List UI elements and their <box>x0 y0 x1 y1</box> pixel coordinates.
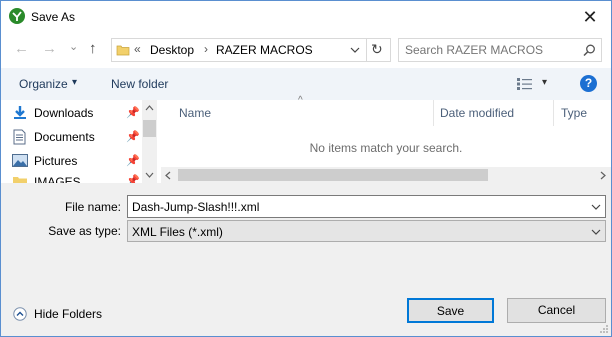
address-divider <box>366 39 367 61</box>
save-as-type-value[interactable]: XML Files (*.xml) <box>132 225 223 239</box>
sidebar-item-pictures[interactable]: Pictures 📌 <box>1 150 143 172</box>
scroll-down-arrow-icon[interactable] <box>145 172 154 178</box>
window-title: Save As <box>31 10 76 24</box>
sidebar-scroll-thumb[interactable] <box>143 120 156 137</box>
column-header-name[interactable]: Name <box>179 106 211 120</box>
resize-grip-icon[interactable] <box>599 324 609 334</box>
file-list-scrollbar[interactable] <box>161 167 611 183</box>
hide-folders-label: Hide Folders <box>34 307 103 321</box>
organize-arrow[interactable]: ▾ <box>72 77 77 88</box>
file-name-label: File name: <box>64 200 121 214</box>
cancel-button[interactable]: Cancel <box>507 298 606 323</box>
save-as-dialog: Save As ✕ ← → ⌄ ↑ « Desktop › RAZER MACR… <box>0 0 612 337</box>
view-options-icon[interactable] <box>517 78 533 90</box>
recent-locations-button[interactable]: ⌄ <box>69 39 78 55</box>
view-options-arrow[interactable]: ▾ <box>542 77 547 88</box>
chevron-down-icon[interactable] <box>591 229 601 235</box>
sort-indicator-icon: ^ <box>298 95 303 106</box>
sidebar-item-label: Pictures <box>34 154 78 168</box>
column-header-date-modified[interactable]: Date modified <box>440 106 514 120</box>
search-icon[interactable] <box>583 44 596 57</box>
column-header-row <box>161 100 611 126</box>
close-button[interactable]: ✕ <box>575 5 605 29</box>
breadcrumb-razer-macros[interactable]: RAZER MACROS <box>216 43 313 57</box>
scroll-up-arrow-icon[interactable] <box>145 105 154 111</box>
pin-icon: 📌 <box>126 155 140 167</box>
scroll-left-arrow-icon[interactable] <box>165 171 171 180</box>
column-header-type[interactable]: Type <box>561 106 587 120</box>
file-list-scroll-thumb[interactable] <box>178 169 488 181</box>
file-name-field[interactable]: Dash-Jump-Slash!!!.xml <box>127 195 606 218</box>
search-box[interactable] <box>398 38 602 62</box>
organize-button[interactable]: Organize <box>19 77 68 91</box>
navigation-pane: Downloads 📌 Documents 📌 Pictures 📌 IMAGE… <box>1 100 157 183</box>
folder-icon <box>116 45 130 56</box>
sidebar-item-images[interactable]: IMAGES 📌 <box>1 174 143 183</box>
sidebar-item-label: IMAGES <box>34 175 81 183</box>
save-as-type-label: Save as type: <box>48 224 121 238</box>
save-as-type-select[interactable]: XML Files (*.xml) <box>127 220 606 242</box>
razer-app-icon <box>9 8 25 24</box>
pin-icon: 📌 <box>126 175 140 183</box>
help-button[interactable]: ? <box>580 75 597 92</box>
breadcrumb-desktop[interactable]: Desktop <box>150 43 194 57</box>
pin-icon: 📌 <box>126 107 140 119</box>
sidebar-item-downloads[interactable]: Downloads 📌 <box>1 102 143 124</box>
up-button[interactable]: ↑ <box>89 40 97 57</box>
back-button[interactable]: ← <box>14 41 29 57</box>
column-divider[interactable] <box>433 100 434 126</box>
title-bar: Save As ✕ <box>1 1 611 32</box>
hide-folders-toggle[interactable]: Hide Folders <box>13 306 113 322</box>
pictures-icon <box>12 154 28 167</box>
new-folder-button[interactable]: New folder <box>111 77 168 91</box>
empty-list-message: No items match your search. <box>309 141 463 155</box>
folder-icon <box>13 177 27 183</box>
breadcrumb-overflow[interactable]: « <box>134 42 141 56</box>
refresh-button[interactable]: ↻ <box>371 41 383 58</box>
pin-icon: 📌 <box>126 131 140 143</box>
save-options-panel: File name: Dash-Jump-Slash!!!.xml Save a… <box>1 183 611 336</box>
forward-button[interactable]: → <box>42 41 57 57</box>
chevron-down-icon[interactable] <box>591 204 601 210</box>
address-bar[interactable]: « Desktop › RAZER MACROS ↻ <box>111 38 391 62</box>
save-button[interactable]: Save <box>407 298 494 323</box>
file-name-value[interactable]: Dash-Jump-Slash!!!.xml <box>132 200 259 214</box>
sidebar-item-label: Documents <box>34 130 95 144</box>
download-icon <box>14 106 26 119</box>
breadcrumb-separator[interactable]: › <box>204 42 208 56</box>
scroll-right-arrow-icon[interactable] <box>600 171 606 180</box>
sidebar-item-documents[interactable]: Documents 📌 <box>1 126 143 148</box>
column-divider[interactable] <box>553 100 554 126</box>
search-input[interactable] <box>405 42 575 58</box>
document-icon <box>13 129 26 145</box>
sidebar-scrollbar[interactable] <box>142 100 157 183</box>
chevron-up-circle-icon <box>13 307 27 321</box>
chevron-down-icon[interactable] <box>350 47 360 54</box>
sidebar-item-label: Downloads <box>34 106 94 120</box>
command-toolbar: Organize ▾ New folder ▾ ? <box>1 68 611 100</box>
